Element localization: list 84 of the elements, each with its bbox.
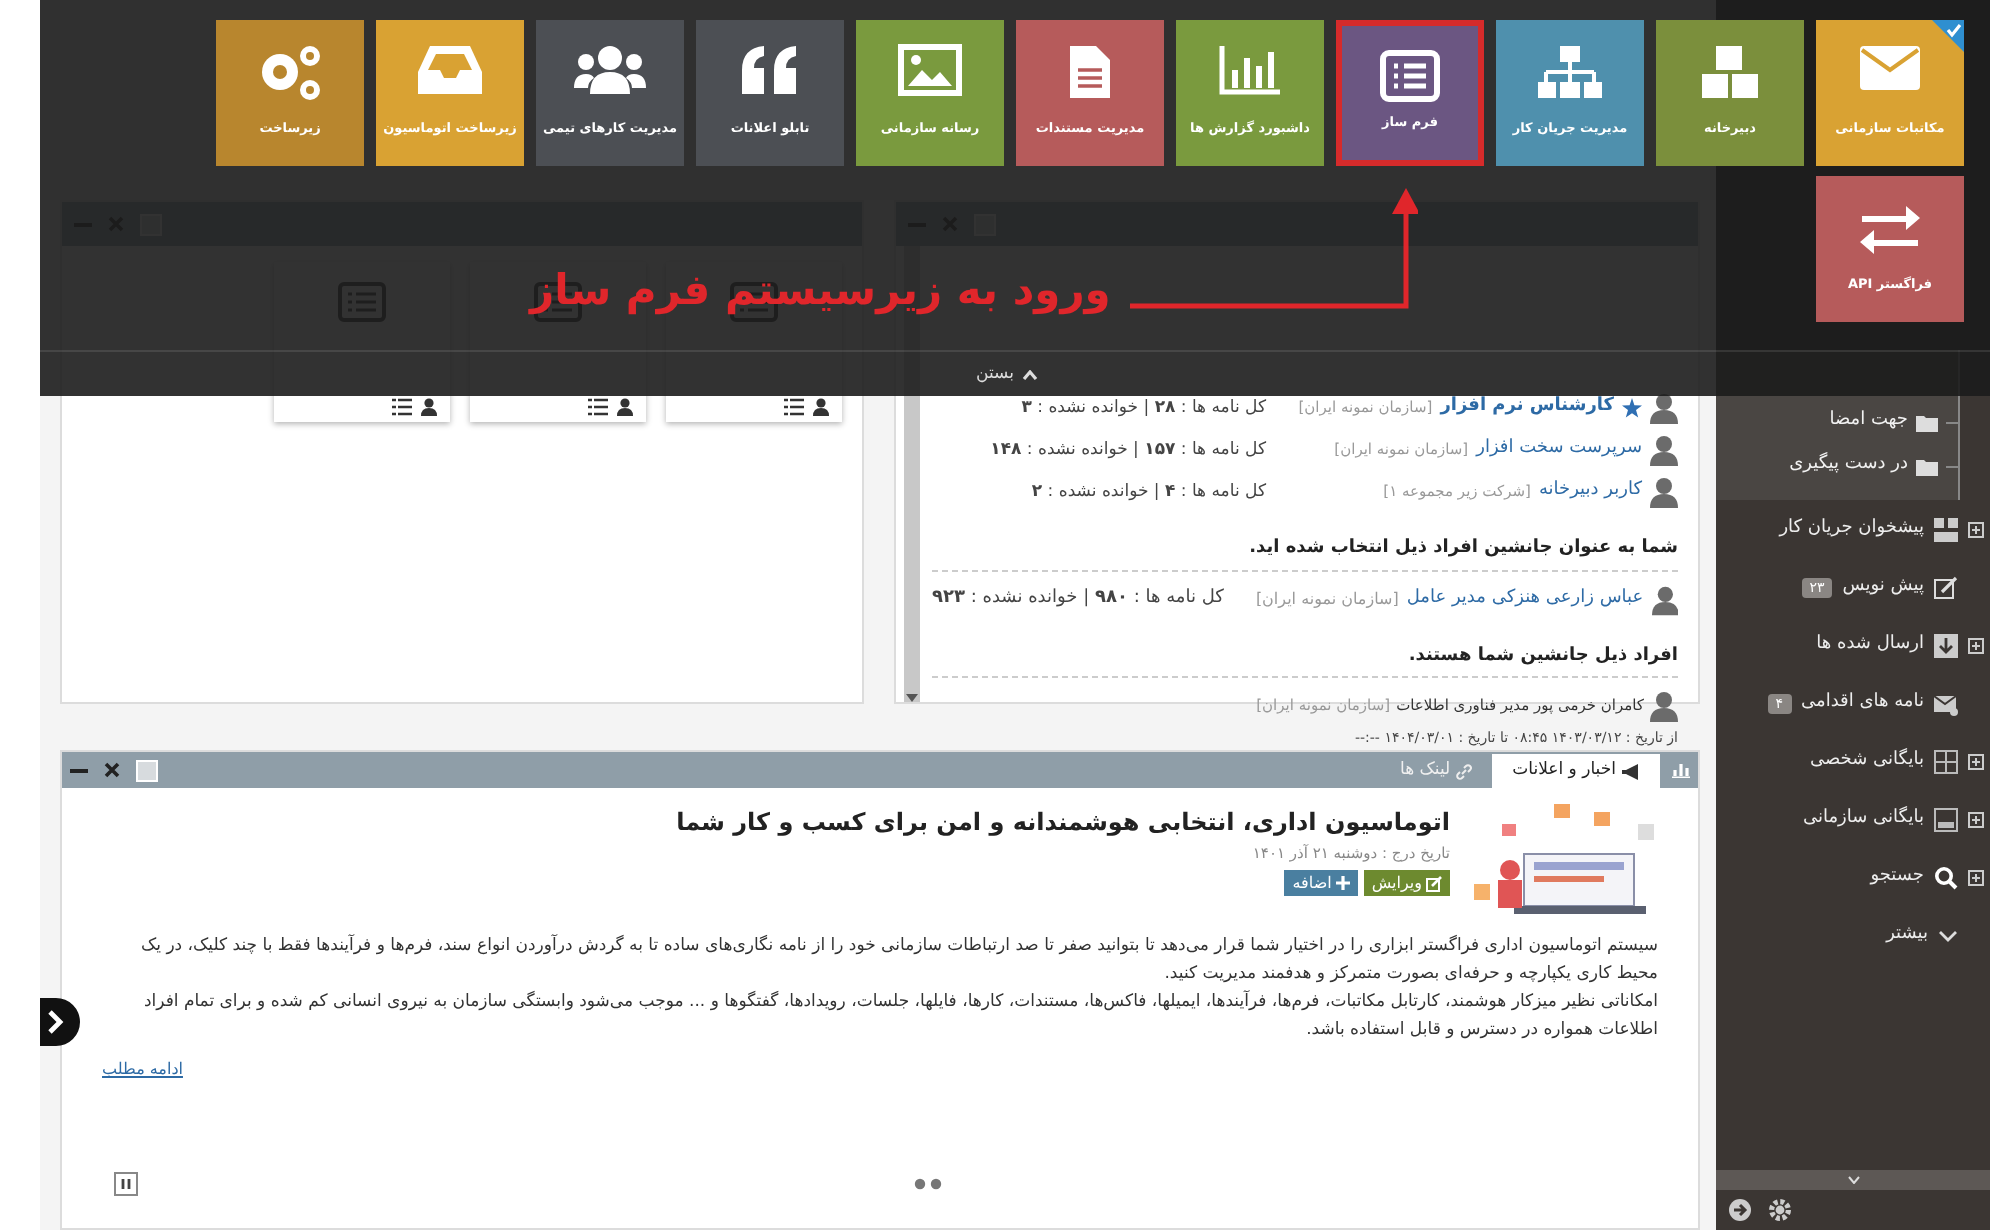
tab[interactable]: اخبار و اعلانات bbox=[1492, 754, 1660, 788]
arrow-circle-icon[interactable] bbox=[1728, 1198, 1752, 1222]
menu-item-icon bbox=[1934, 691, 1958, 715]
exchange-arrows-icon bbox=[1858, 200, 1922, 256]
position-link[interactable]: کارشناس نرم افزار bbox=[1440, 394, 1614, 422]
menu-item-icon bbox=[1934, 749, 1958, 773]
link-icon bbox=[1456, 763, 1473, 779]
chevron-up-icon bbox=[1021, 369, 1038, 379]
close-menu-button[interactable]: بستن bbox=[976, 361, 1038, 387]
section-heading: افراد ذیل جانشین شما هستند. bbox=[932, 643, 1678, 678]
expand-icon[interactable] bbox=[1968, 811, 1984, 827]
news-title: اتوماسیون اداری، انتخابی هوشمندانه و امن برای کسب و کار شما bbox=[676, 806, 1450, 840]
news-paragraph: سیستم اتوماسیون اداری فراگستر ابزاری را در اختیار شما قرار می‌دهد تا بتوانید صفر تا صد ارتباطات سازمانی خود را از نامه نگاری‌های ساده تا به گردش درآوردن انواع سند، فرم‌ها و فرآیندها فقط با چند کلیک، در یک محیط کاری یکپارچه و حرفه‌ای بصورت متمرکز و هدفمند مدیریت کنید. bbox=[139, 932, 1658, 988]
menu-item-icon bbox=[1934, 633, 1958, 657]
sidebar-item[interactable]: ارسال شده ها bbox=[1816, 631, 1924, 659]
bar-chart-icon[interactable] bbox=[1672, 762, 1690, 778]
expand-icon[interactable] bbox=[1968, 637, 1984, 653]
sidebar-folder[interactable]: جهت امضا bbox=[1829, 408, 1908, 436]
document-icon bbox=[1068, 44, 1112, 100]
letter-stats: کل نامه ها : ۹۸۰ | خوانده نشده : ۹۲۳ bbox=[932, 585, 1224, 612]
add-button[interactable]: اضافه bbox=[1284, 870, 1358, 896]
close-icon[interactable] bbox=[104, 762, 120, 778]
position-link[interactable]: کاربر دبیرخانه bbox=[1538, 478, 1642, 506]
letter-stats: کل نامه ها : ۲۸ | خوانده نشده : ۳ bbox=[1021, 395, 1266, 421]
sidebar-item[interactable]: جستجو bbox=[1870, 863, 1924, 891]
annotation-text: ورود به زیرسیستم فرم ساز bbox=[530, 264, 1111, 319]
chevron-down-icon bbox=[1847, 1176, 1859, 1184]
sidebar-item[interactable]: پیش نویس bbox=[1842, 573, 1924, 601]
minimize-icon[interactable] bbox=[70, 767, 88, 773]
chevron-right-button[interactable] bbox=[40, 998, 80, 1046]
avatar-icon bbox=[1650, 690, 1678, 722]
sidebar-folder[interactable]: در دست پیگیری bbox=[1789, 452, 1908, 480]
folder-icon bbox=[1916, 457, 1938, 475]
list-icon bbox=[1380, 50, 1440, 102]
chevron-down-icon bbox=[1938, 929, 1958, 941]
avatar-icon bbox=[1650, 476, 1678, 508]
expand-icon[interactable] bbox=[1968, 753, 1984, 769]
sidebar-item[interactable]: بایگانی شخصی bbox=[1810, 747, 1924, 775]
scroll-down-icon[interactable] bbox=[906, 694, 918, 702]
sidebar-item[interactable]: بیشتر bbox=[1886, 921, 1928, 949]
sitemap-icon bbox=[1536, 44, 1604, 100]
avatar-icon bbox=[1650, 392, 1678, 424]
inbox-tray-icon bbox=[416, 44, 484, 96]
megaphone-icon bbox=[1622, 763, 1640, 779]
pause-button[interactable] bbox=[114, 1172, 138, 1196]
menu-item-icon bbox=[1934, 575, 1958, 599]
menu-item-icon bbox=[1934, 807, 1958, 831]
list-icon[interactable] bbox=[588, 398, 608, 416]
avatar-icon bbox=[1650, 434, 1678, 466]
read-more-link[interactable]: ادامه مطلب bbox=[102, 1056, 183, 1084]
image-icon bbox=[898, 44, 962, 96]
sidebar-item[interactable]: نامه های اقدامی bbox=[1801, 689, 1924, 717]
quote-icon bbox=[740, 44, 800, 96]
user-icon[interactable] bbox=[420, 398, 438, 416]
cubes-icon bbox=[1700, 44, 1760, 100]
sidebar-item[interactable]: پیشخوان جریان کار bbox=[1779, 515, 1924, 543]
user-icon[interactable] bbox=[812, 398, 830, 416]
edit-icon bbox=[1426, 875, 1442, 891]
news-paragraph: امکاناتی نظیر میزکار هوشمند، کارتابل مکاتبات، فرم‌ها، فرآیندها، ایمیلها، فاکس‌ها، مستندات، کارها، فایلها، جلسات، رویدادها، گفتگوها و ... موجب می‌شود وابستگی سازمان به نیروی انسانی کم شده و برای تمام افراد اطلاعات همواره در دسترس و قابل استفاده باشد. bbox=[141, 988, 1658, 1044]
sidebar-item[interactable]: بایگانی سازمانی bbox=[1802, 805, 1924, 833]
list-icon[interactable] bbox=[784, 398, 804, 416]
letter-stats: کل نامه ها : ۴ | خوانده نشده : ۲ bbox=[1031, 479, 1266, 505]
folder-icon bbox=[1916, 413, 1938, 431]
person-link[interactable]: عباس زارعی هنزکی مدیر عامل bbox=[1406, 585, 1644, 613]
letter-stats: کل نامه ها : ۱۵۷ | خوانده نشده : ۱۴۸ bbox=[990, 437, 1266, 463]
plus-icon bbox=[1335, 876, 1350, 890]
avatar-icon bbox=[1651, 583, 1678, 615]
list-icon[interactable] bbox=[392, 398, 412, 416]
users-icon bbox=[572, 44, 648, 96]
bar-chart-icon bbox=[1218, 44, 1282, 96]
user-icon[interactable] bbox=[616, 398, 634, 416]
carousel-dots[interactable] bbox=[914, 1178, 942, 1190]
position-link[interactable]: سرپرست سخت افزار bbox=[1476, 436, 1642, 464]
organization-label: [سازمان نمونه ایران] bbox=[1255, 587, 1399, 611]
restore-icon[interactable] bbox=[136, 759, 158, 781]
menu-item-icon bbox=[1934, 865, 1958, 889]
section-heading: شما به عنوان جانشین افراد ذیل انتخاب شده اید. bbox=[932, 536, 1678, 571]
expand-icon[interactable] bbox=[1968, 869, 1984, 885]
envelope-icon bbox=[1858, 44, 1922, 92]
gears-icon bbox=[256, 44, 324, 104]
menu-item-icon bbox=[1934, 517, 1958, 541]
expand-icon[interactable] bbox=[1968, 521, 1984, 537]
settings-icon[interactable] bbox=[1768, 1198, 1792, 1222]
edit-button[interactable]: ویرایش bbox=[1363, 870, 1450, 896]
